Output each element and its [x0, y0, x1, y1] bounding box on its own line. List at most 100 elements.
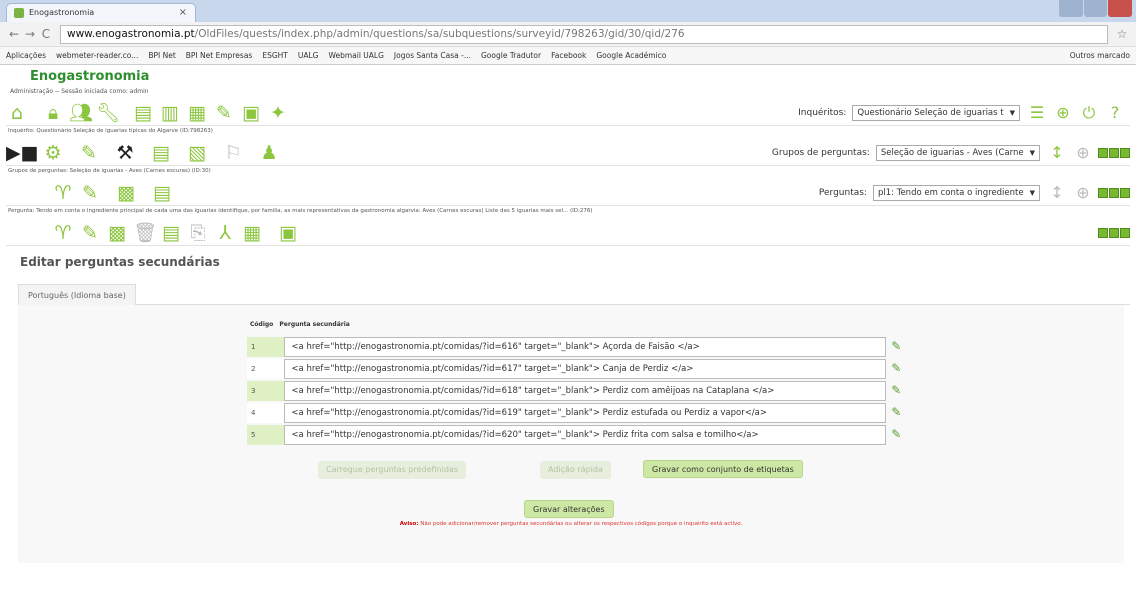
lock-icon[interactable]: 🔒︎	[42, 102, 64, 124]
preview-question-icon[interactable]: ♈	[52, 222, 74, 244]
table-row: 5 <a href="http://enogastronomia.pt/comi…	[247, 425, 907, 445]
pencil-icon[interactable]: ✎	[891, 403, 907, 423]
subquestions-icon[interactable]: ▦	[241, 222, 263, 244]
survey-data-icon[interactable]: ▤	[150, 142, 172, 164]
site-brand[interactable]: Enogastronomia	[30, 69, 1130, 86]
forward-icon[interactable]: →	[22, 27, 38, 41]
bookmark-item[interactable]: Google Académico	[596, 51, 666, 60]
edit-question-icon[interactable]: ✎	[79, 222, 101, 244]
quick-add-button[interactable]: Adição rápida	[540, 461, 611, 479]
bookmark-item[interactable]: ESGHT	[262, 51, 288, 60]
view-toggle[interactable]	[1098, 227, 1130, 238]
edit-template-icon[interactable]: ✎	[213, 102, 235, 124]
view-toggle[interactable]	[1098, 147, 1130, 158]
subquestion-input[interactable]: <a href="http://enogastronomia.pt/comida…	[284, 403, 887, 423]
answer-options-icon[interactable]: ▣	[277, 222, 299, 244]
survey-edit-icon[interactable]: ✎	[78, 142, 100, 164]
subquestion-input[interactable]: <a href="http://enogastronomia.pt/comida…	[284, 381, 887, 401]
reorder-icon[interactable]: ↕	[1046, 142, 1068, 164]
bookmark-item[interactable]: Aplicações	[6, 51, 46, 60]
page-body: Enogastronomia Administração -- Sessão i…	[0, 69, 1136, 563]
bookmark-item[interactable]: BPI Net Empresas	[186, 51, 253, 60]
tools-icon[interactable]: ⚒	[114, 142, 136, 164]
other-bookmarks[interactable]: Outros marcado	[1070, 51, 1130, 60]
labelsets-icon[interactable]: ▦	[186, 102, 208, 124]
minimize-button[interactable]	[1059, 0, 1083, 17]
close-tab-icon[interactable]: ×	[179, 7, 187, 18]
warning-text: Não pode adicionar/remover perguntas sec…	[418, 521, 743, 527]
pencil-icon[interactable]: ✎	[891, 381, 907, 401]
warning-label: Aviso:	[399, 521, 419, 527]
back-icon[interactable]: ←	[6, 27, 22, 41]
table-row: 1 <a href="http://enogastronomia.pt/comi…	[247, 337, 907, 357]
question-code-icon[interactable]: ▩	[106, 222, 128, 244]
subquestion-input[interactable]: <a href="http://enogastronomia.pt/comida…	[284, 337, 887, 357]
survey-breadcrumb: Inquérito: Questionário Seleção de iguar…	[8, 128, 213, 134]
logout-icon[interactable]: ⏻	[1078, 102, 1100, 124]
participants-icon[interactable]: ▣	[240, 102, 262, 124]
chevron-down-icon: ▼	[1009, 108, 1015, 117]
col-subquestion: Pergunta secundária	[279, 321, 350, 328]
subquestion-input[interactable]: <a href="http://enogastronomia.pt/comida…	[284, 359, 887, 379]
view-toggle[interactable]	[1098, 187, 1130, 198]
pencil-icon[interactable]: ✎	[891, 337, 907, 357]
col-code: Código	[250, 321, 274, 328]
url-host: www.enogastronomia.pt	[67, 27, 195, 40]
home-icon[interactable]: ⌂	[6, 102, 28, 124]
activate-survey-icon[interactable]: ▶■	[6, 142, 39, 164]
groups-label: Grupos de perguntas:	[771, 147, 870, 158]
bookmark-item[interactable]: Facebook	[551, 51, 586, 60]
database-icon[interactable]: ▤	[132, 102, 154, 124]
pencil-icon[interactable]: ✎	[891, 425, 907, 445]
address-bar[interactable]: www.enogastronomia.pt/OldFiles/quests/in…	[60, 24, 1108, 44]
bookmarks-bar: Aplicações webmeter-reader.co... BPI Net…	[0, 47, 1136, 65]
copy-question-icon[interactable]: ⎘	[187, 222, 209, 244]
bookmark-item[interactable]: Google Tradutor	[481, 51, 541, 60]
reorder-questions-icon[interactable]: ↕	[1046, 182, 1068, 204]
save-button[interactable]: Gravar alterações	[524, 500, 614, 518]
browser-tab[interactable]: Enogastronomia ×	[6, 3, 196, 22]
bookmark-item[interactable]: Jogos Santa Casa -...	[394, 51, 471, 60]
surveys-select[interactable]: Questionário Seleção de iguarias t ▼	[852, 104, 1020, 121]
bookmark-item[interactable]: Webmail UALG	[329, 51, 384, 60]
add-survey-icon[interactable]: ⊕	[1052, 102, 1074, 124]
survey-settings-icon[interactable]: ⚙	[42, 142, 64, 164]
database-settings-icon[interactable]: ▥	[159, 102, 181, 124]
add-question-icon[interactable]: ⊕	[1072, 182, 1094, 204]
group-toolbar: ♈ ✎ ▩ ▤ Perguntas: pl1: Tendo em conta o…	[6, 180, 1130, 206]
save-labelset-button[interactable]: Gravar como conjunto de etiquetas	[643, 460, 803, 478]
star-icon[interactable]: ☆	[1114, 27, 1130, 41]
plugins-icon[interactable]: ✦	[267, 102, 289, 124]
responses-icon[interactable]: ▧	[186, 142, 208, 164]
add-group-icon[interactable]: ⊕	[1072, 142, 1094, 164]
groups-select[interactable]: Seleção de iguarias - Aves (Carne ▼	[875, 144, 1040, 161]
list-icon[interactable]: ☰	[1026, 102, 1048, 124]
quotas-icon[interactable]: ⚐	[222, 142, 244, 164]
delete-question-icon[interactable]: 🗑︎	[133, 222, 157, 244]
favicon-icon	[14, 8, 24, 18]
export-group-icon[interactable]: ▤	[151, 182, 173, 204]
wrench-icon[interactable]: 🔧︎	[96, 102, 120, 124]
tokens-icon[interactable]: ♟	[258, 142, 280, 164]
preview-group-icon[interactable]: ♈	[52, 182, 74, 204]
pencil-icon[interactable]: ✎	[891, 359, 907, 379]
questions-select[interactable]: pl1: Tendo em conta o ingrediente ▼	[872, 184, 1040, 201]
bookmark-item[interactable]: BPI Net	[148, 51, 175, 60]
bookmark-item[interactable]: webmeter-reader.co...	[56, 51, 138, 60]
edit-group-icon[interactable]: ✎	[79, 182, 101, 204]
maximize-button[interactable]	[1083, 0, 1108, 17]
question-toolbar: ♈ ✎ ▩ 🗑︎ ▤ ⎘ ⅄ ▦ ▣	[6, 220, 1130, 246]
close-window-button[interactable]	[1108, 0, 1133, 17]
users-icon[interactable]: 👥︎	[69, 102, 93, 124]
row-code: 4	[247, 403, 285, 423]
export-question-icon[interactable]: ▤	[160, 222, 182, 244]
bookmark-item[interactable]: UALG	[298, 51, 319, 60]
conditions-icon[interactable]: ⅄	[214, 222, 236, 244]
surveys-label: Inquéritos:	[798, 107, 847, 118]
subquestion-input[interactable]: <a href="http://enogastronomia.pt/comida…	[284, 425, 887, 445]
help-icon[interactable]: ?	[1104, 102, 1126, 124]
tab-portuguese[interactable]: Português (Idioma base)	[18, 284, 136, 306]
reload-icon[interactable]: C	[38, 27, 54, 41]
group-code-icon[interactable]: ▩	[115, 182, 137, 204]
load-predefined-button[interactable]: Carregue perguntas predefinidas	[318, 461, 466, 479]
